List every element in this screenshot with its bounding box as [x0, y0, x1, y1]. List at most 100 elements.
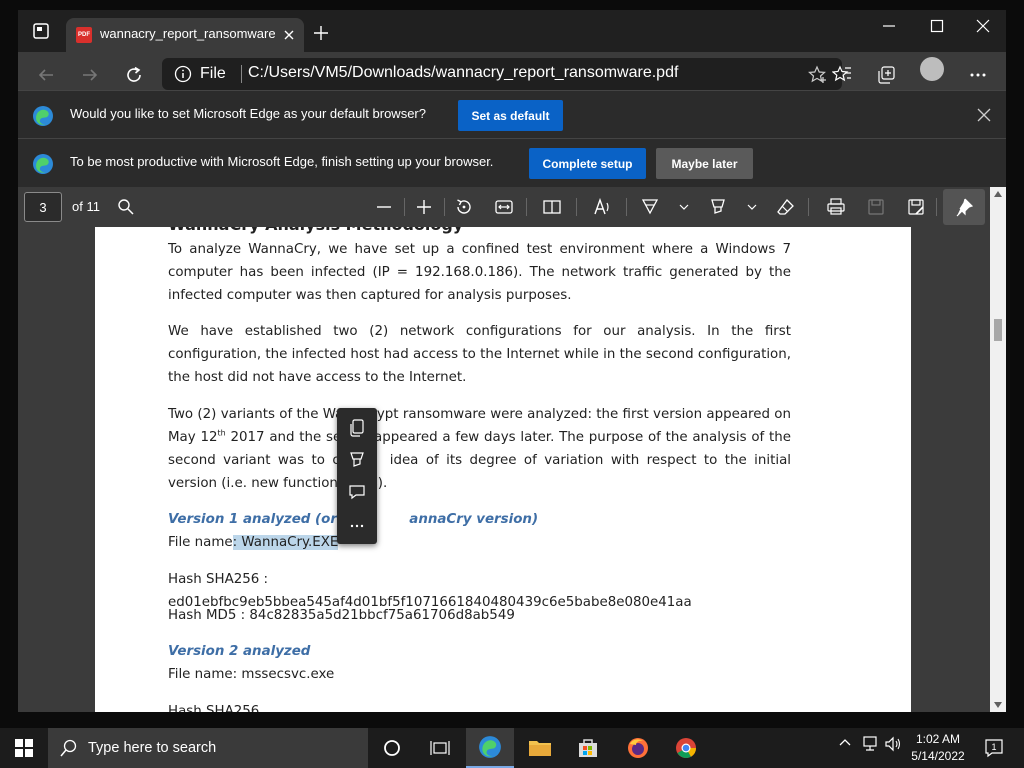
- toolbar-divider: [444, 198, 445, 216]
- system-clock[interactable]: 1:02 AM 5/14/2022: [908, 731, 968, 765]
- zoom-out-icon[interactable]: [372, 195, 396, 219]
- pdf-page: WannaCry Analysis Methodology To analyze…: [95, 227, 911, 712]
- edge-logo-icon: [32, 153, 54, 175]
- infobar-message: Would you like to set Microsoft Edge as …: [70, 106, 426, 121]
- divider: [241, 65, 242, 83]
- add-favorite-icon[interactable]: [808, 65, 828, 85]
- toolbar-divider: [626, 198, 627, 216]
- selection-context-menu: [337, 408, 377, 544]
- draw-icon[interactable]: [638, 195, 662, 219]
- collections-icon[interactable]: [874, 63, 898, 87]
- minimize-icon[interactable]: [866, 10, 912, 42]
- version-1-heading: Version 1 analyzed (origin annaCry versio…: [168, 512, 539, 527]
- show-hidden-icons-chevron-icon[interactable]: [838, 736, 852, 753]
- toolbar-divider: [526, 198, 527, 216]
- firefox-icon[interactable]: [614, 728, 662, 768]
- task-view-icon[interactable]: [416, 728, 464, 768]
- highlight-options-chevron-icon[interactable]: [740, 195, 764, 219]
- rotate-icon[interactable]: [452, 195, 476, 219]
- close-tab-icon[interactable]: [280, 26, 298, 44]
- highlight-icon[interactable]: [706, 195, 730, 219]
- edge-taskbar-icon[interactable]: [466, 728, 514, 768]
- close-window-icon[interactable]: [960, 10, 1006, 42]
- set-as-default-button[interactable]: Set as default: [458, 100, 563, 131]
- selected-text[interactable]: : WannaCry.EXE: [232, 535, 339, 550]
- forward-arrow-icon[interactable]: [76, 61, 104, 89]
- chrome-icon[interactable]: [662, 728, 710, 768]
- sha256-line: Hash SHA256: [168, 704, 260, 712]
- section-heading: WannaCry Analysis Methodology: [168, 227, 791, 236]
- paragraph: We have established two (2) network conf…: [168, 324, 791, 385]
- taskbar-search-box[interactable]: Type here to search: [48, 728, 368, 768]
- toolbar-divider: [404, 198, 405, 216]
- setup-infobar: To be most productive with Microsoft Edg…: [18, 138, 1006, 187]
- copy-icon[interactable]: [347, 418, 367, 438]
- draw-options-chevron-icon[interactable]: [672, 195, 696, 219]
- title-bar: PDF wannacry_report_ransomware.pdf: [18, 10, 1006, 52]
- svg-text:1: 1: [991, 742, 996, 752]
- fit-to-width-icon[interactable]: [492, 195, 516, 219]
- toolbar-divider: [576, 198, 577, 216]
- search-icon[interactable]: [114, 195, 138, 219]
- complete-setup-button[interactable]: Complete setup: [529, 148, 646, 179]
- more-options-icon[interactable]: [347, 514, 367, 534]
- page-number-input[interactable]: 3: [24, 192, 62, 222]
- page-view-icon[interactable]: [540, 195, 564, 219]
- zoom-in-icon[interactable]: [412, 195, 436, 219]
- eraser-icon[interactable]: [774, 195, 798, 219]
- save-as-icon[interactable]: [904, 195, 928, 219]
- scroll-up-icon[interactable]: [994, 191, 1002, 197]
- windows-start-icon[interactable]: [0, 728, 48, 768]
- file-name-line: File name: WannaCry.EXE: [168, 535, 339, 550]
- file-explorer-icon[interactable]: [516, 728, 564, 768]
- info-icon[interactable]: [174, 65, 192, 83]
- store-icon[interactable]: [564, 728, 612, 768]
- volume-icon[interactable]: [884, 736, 902, 755]
- profile-avatar[interactable]: [920, 57, 944, 81]
- edge-logo-icon: [32, 105, 54, 127]
- new-tab-icon[interactable]: [312, 24, 330, 42]
- page-count: of 11: [72, 199, 100, 214]
- close-infobar-icon[interactable]: [976, 107, 992, 123]
- pdf-file-icon: PDF: [76, 27, 92, 43]
- scroll-down-icon[interactable]: [994, 702, 1002, 708]
- paragraph: Two (2) variants of the Wa rypt ransomwar…: [168, 407, 791, 491]
- vertical-scrollbar[interactable]: [990, 187, 1006, 712]
- maximize-icon[interactable]: [914, 10, 960, 42]
- search-icon: [60, 739, 77, 757]
- comment-icon[interactable]: [347, 482, 367, 502]
- clock-time: 1:02 AM: [915, 732, 961, 746]
- highlight-icon[interactable]: [347, 450, 367, 470]
- tab-actions-icon[interactable]: [30, 20, 52, 42]
- back-arrow-icon[interactable]: [32, 61, 60, 89]
- taskbar: Type here to search 1:02 AM 5/14/2022 1: [0, 728, 1024, 768]
- scrollbar-thumb[interactable]: [994, 319, 1002, 341]
- maybe-later-button[interactable]: Maybe later: [656, 148, 753, 179]
- network-icon[interactable]: [862, 736, 880, 755]
- version-2-heading: Version 2 analyzed: [168, 644, 311, 659]
- md5-line: Hash MD5 : 84c82835a5d21bbcf75a61706d8ab…: [168, 608, 515, 623]
- address-bar[interactable]: File C:/Users/VM5/Downloads/wannacry_rep…: [162, 58, 842, 90]
- infobar-message: To be most productive with Microsoft Edg…: [70, 154, 494, 169]
- file-name-line: File name: mssecsvc.exe: [168, 667, 335, 682]
- search-placeholder: Type here to search: [88, 740, 217, 756]
- protocol-label: File: [200, 65, 226, 82]
- save-icon[interactable]: [864, 195, 888, 219]
- refresh-icon[interactable]: [120, 61, 148, 89]
- paragraph: To analyze WannaCry, we have set up a co…: [168, 242, 791, 303]
- tab-pdf[interactable]: PDF wannacry_report_ransomware.pdf: [66, 18, 304, 52]
- pdf-toolbar: 3 of 11: [18, 187, 990, 227]
- toolbar-divider: [808, 198, 809, 216]
- url-text[interactable]: C:/Users/VM5/Downloads/wannacry_report_r…: [248, 64, 678, 82]
- default-browser-infobar: Would you like to set Microsoft Edge as …: [18, 90, 1006, 138]
- favorites-icon[interactable]: [830, 63, 854, 87]
- read-aloud-icon[interactable]: [590, 195, 614, 219]
- clock-date: 5/14/2022: [911, 749, 965, 763]
- pdf-viewport[interactable]: WannaCry Analysis Methodology To analyze…: [18, 227, 990, 712]
- pin-toolbar-icon[interactable]: [943, 189, 985, 225]
- more-options-icon[interactable]: [966, 63, 990, 87]
- print-icon[interactable]: [824, 195, 848, 219]
- notification-center-icon[interactable]: 1: [984, 738, 1004, 758]
- cortana-icon[interactable]: [368, 728, 416, 768]
- toolbar-divider: [936, 198, 937, 216]
